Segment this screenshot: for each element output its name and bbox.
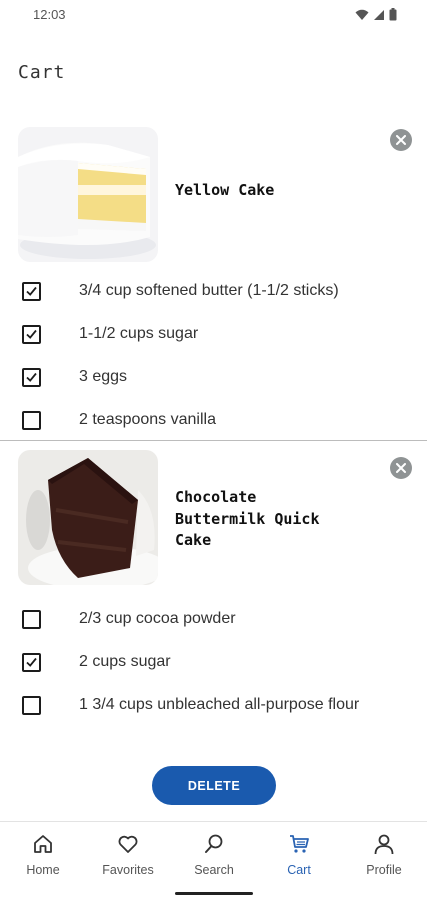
ingredient-row[interactable]: 2 teaspoons vanilla (0, 411, 427, 454)
nav-label: Home (26, 863, 60, 877)
ingredient-label: 2 teaspoons vanilla (79, 411, 216, 428)
heart-icon (118, 835, 138, 853)
nav-item-home[interactable]: Home (3, 832, 83, 882)
close-icon (396, 463, 406, 473)
recipe-image[interactable] (18, 127, 158, 262)
nav-item-profile[interactable]: Profile (344, 832, 424, 882)
ingredient-label: 2 cups sugar (79, 653, 171, 670)
ingredient-row[interactable]: 2 cups sugar (0, 653, 427, 696)
bottom-navigation: Home Favorites Search Cart Profile (0, 821, 427, 900)
signal-icon (374, 9, 384, 20)
ingredient-checkbox[interactable] (22, 610, 41, 629)
check-icon (26, 329, 37, 339)
ingredient-checkbox[interactable] (22, 282, 41, 301)
ingredient-checkbox[interactable] (22, 653, 41, 672)
recipe-image[interactable] (18, 450, 158, 585)
divider (0, 440, 427, 441)
wifi-icon (355, 9, 369, 20)
nav-item-search[interactable]: Search (174, 832, 254, 882)
ingredient-label: 3 eggs (79, 368, 128, 385)
check-icon (26, 372, 37, 382)
ingredient-checkbox[interactable] (22, 696, 41, 715)
ingredient-checkbox[interactable] (22, 411, 41, 430)
remove-recipe-button[interactable] (390, 457, 412, 479)
home-indicator (175, 892, 253, 895)
battery-icon (389, 8, 397, 21)
nav-label: Search (194, 863, 234, 877)
status-time: 12:03 (33, 7, 66, 22)
ingredient-label: 1 3/4 cups unbleached all-purpose flour (79, 696, 360, 713)
ingredient-label: 2/3 cup cocoa powder (79, 610, 236, 627)
ingredient-row[interactable]: 3 eggs (0, 368, 427, 411)
nav-label: Profile (366, 863, 402, 877)
ingredient-row[interactable]: 3/4 cup softened butter (1-1/2 sticks) (0, 282, 427, 325)
check-icon (26, 657, 37, 667)
ingredient-row[interactable]: 2/3 cup cocoa powder (0, 610, 427, 653)
home-icon (34, 835, 52, 853)
status-icons (355, 8, 397, 21)
ingredient-row[interactable]: 1-1/2 cups sugar (0, 325, 427, 368)
close-icon (396, 135, 406, 145)
delete-button[interactable]: DELETE (152, 766, 276, 805)
ingredient-label: 3/4 cup softened butter (1-1/2 sticks) (79, 282, 339, 299)
nav-item-favorites[interactable]: Favorites (88, 832, 168, 882)
ingredient-checkbox[interactable] (22, 325, 41, 344)
search-icon (205, 834, 223, 853)
person-icon (374, 834, 394, 855)
status-bar: 12:03 (0, 0, 427, 30)
nav-label: Cart (287, 863, 311, 877)
recipe-title: Chocolate Buttermilk Quick Cake (175, 488, 320, 549)
recipe-title: Yellow Cake (175, 181, 275, 199)
ingredient-label: 1-1/2 cups sugar (79, 325, 199, 342)
page-title: Cart (18, 62, 66, 83)
ingredient-row[interactable]: 1 3/4 cups unbleached all-purpose flour (0, 696, 427, 739)
nav-item-cart[interactable]: Cart (259, 832, 339, 882)
ingredient-checkbox[interactable] (22, 368, 41, 387)
cart-icon (290, 835, 309, 853)
nav-label: Favorites (102, 863, 154, 877)
remove-recipe-button[interactable] (390, 129, 412, 151)
check-icon (26, 286, 37, 296)
